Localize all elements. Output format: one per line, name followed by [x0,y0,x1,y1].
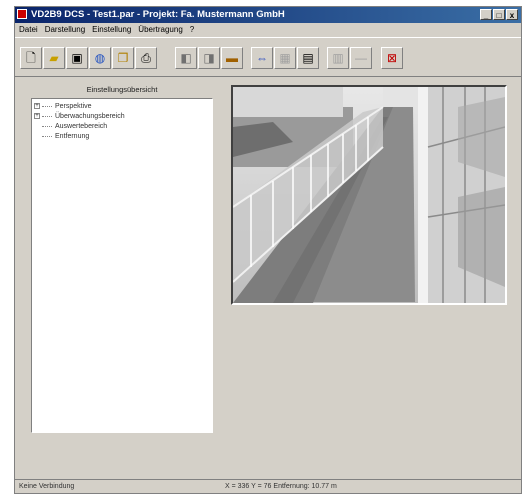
save-disk-icon: ▣ [71,51,83,65]
dash-icon: — [355,51,367,65]
camera-button[interactable]: ▬ [221,47,243,69]
tree-item-label: Auswertebereich [55,123,108,130]
grid-button[interactable]: ▦ [274,47,296,69]
camera-icon: ▬ [226,51,238,65]
window-title: VD2B9 DCS - Test1.par - Projekt: Fa. Mus… [31,9,285,20]
camera-image [233,87,505,303]
new-file-icon: 🗋 [26,51,36,65]
image-left-button[interactable]: ◧ [175,47,197,69]
print-button[interactable]: ⎙ [135,47,157,69]
menu-datei[interactable]: Datei [19,23,38,36]
tree-item-auswertebereich[interactable]: Auswertebereich [42,122,107,132]
app-icon [17,9,27,19]
camera-view[interactable] [231,85,507,305]
new-file-button[interactable]: 🗋 [20,47,42,69]
tree-item-ueberwachungsbereich[interactable]: + Überwachungsbereich [34,112,125,122]
menu-help[interactable]: ? [190,23,194,36]
view-arrows-icon: ⇔ [256,51,268,65]
transfer-icon: ⊠ [386,51,398,65]
tree-line [42,135,52,137]
grid-icon: ▦ [279,51,291,65]
tree-item-label: Entfernung [55,133,90,140]
image-left-icon: ◧ [180,51,192,65]
tree-item-perspektive[interactable]: + Perspektive [34,102,92,112]
print-icon: ⎙ [141,51,151,65]
image-right-button[interactable]: ◨ [198,47,220,69]
expand-icon[interactable]: + [34,113,40,120]
minimize-button[interactable]: _ [480,9,492,20]
close-button[interactable]: x [506,9,518,20]
tree-item-entfernung[interactable]: Entfernung [42,132,89,142]
copy-icon: ❐ [117,51,129,65]
title-bar[interactable]: VD2B9 DCS - Test1.par - Projekt: Fa. Mus… [15,7,521,23]
globe-icon: ◍ [94,51,106,65]
tree-line [42,115,52,117]
dash-button[interactable]: — [350,47,372,69]
maximize-button[interactable]: □ [493,9,505,20]
tree-item-label: Perspektive [55,103,92,110]
view-arrows-button[interactable]: ⇔ [251,47,273,69]
copy-button[interactable]: ❐ [112,47,134,69]
menu-bar: Datei Darstellung Einstellung Übertragun… [15,23,521,36]
save-button[interactable]: ▣ [66,47,88,69]
tree-line [42,105,52,107]
settings-overview-panel: Einstellungsübersicht + Perspektive + Über… [31,85,213,435]
globe-button[interactable]: ◍ [89,47,111,69]
coordinate-readout: X = 336 Y = 76 Entfernung: 10.77 m [225,483,337,490]
layout-button[interactable]: ▥ [327,47,349,69]
open-folder-icon: ▰ [49,51,59,65]
toolbar: 🗋 ▰ ▣ ◍ ❐ ⎙ ◧ ◨ ▬ ⇔ ▦ ▤ ▥ — ⊠ [15,37,521,77]
tree-line [42,125,52,127]
connection-status: Keine Verbindung [19,483,75,490]
menu-uebertragung[interactable]: Übertragung [138,23,182,36]
menu-einstellung[interactable]: Einstellung [92,23,131,36]
menu-darstellung[interactable]: Darstellung [45,23,85,36]
transfer-button[interactable]: ⊠ [381,47,403,69]
image-right-icon: ◨ [203,51,215,65]
monitor-icon: ▤ [302,51,314,65]
monitor-button[interactable]: ▤ [297,47,319,69]
status-bar: Keine Verbindung X = 336 Y = 76 Entfernu… [15,479,521,493]
panel-title: Einstellungsübersicht [86,85,158,94]
tree-item-label: Überwachungsbereich [55,113,125,120]
layout-icon: ▥ [332,51,344,65]
settings-tree[interactable]: + Perspektive + Überwachungsbereich Auswer… [31,98,213,433]
expand-icon[interactable]: + [34,103,40,110]
open-button[interactable]: ▰ [43,47,65,69]
app-window: VD2B9 DCS - Test1.par - Projekt: Fa. Mus… [14,6,522,494]
